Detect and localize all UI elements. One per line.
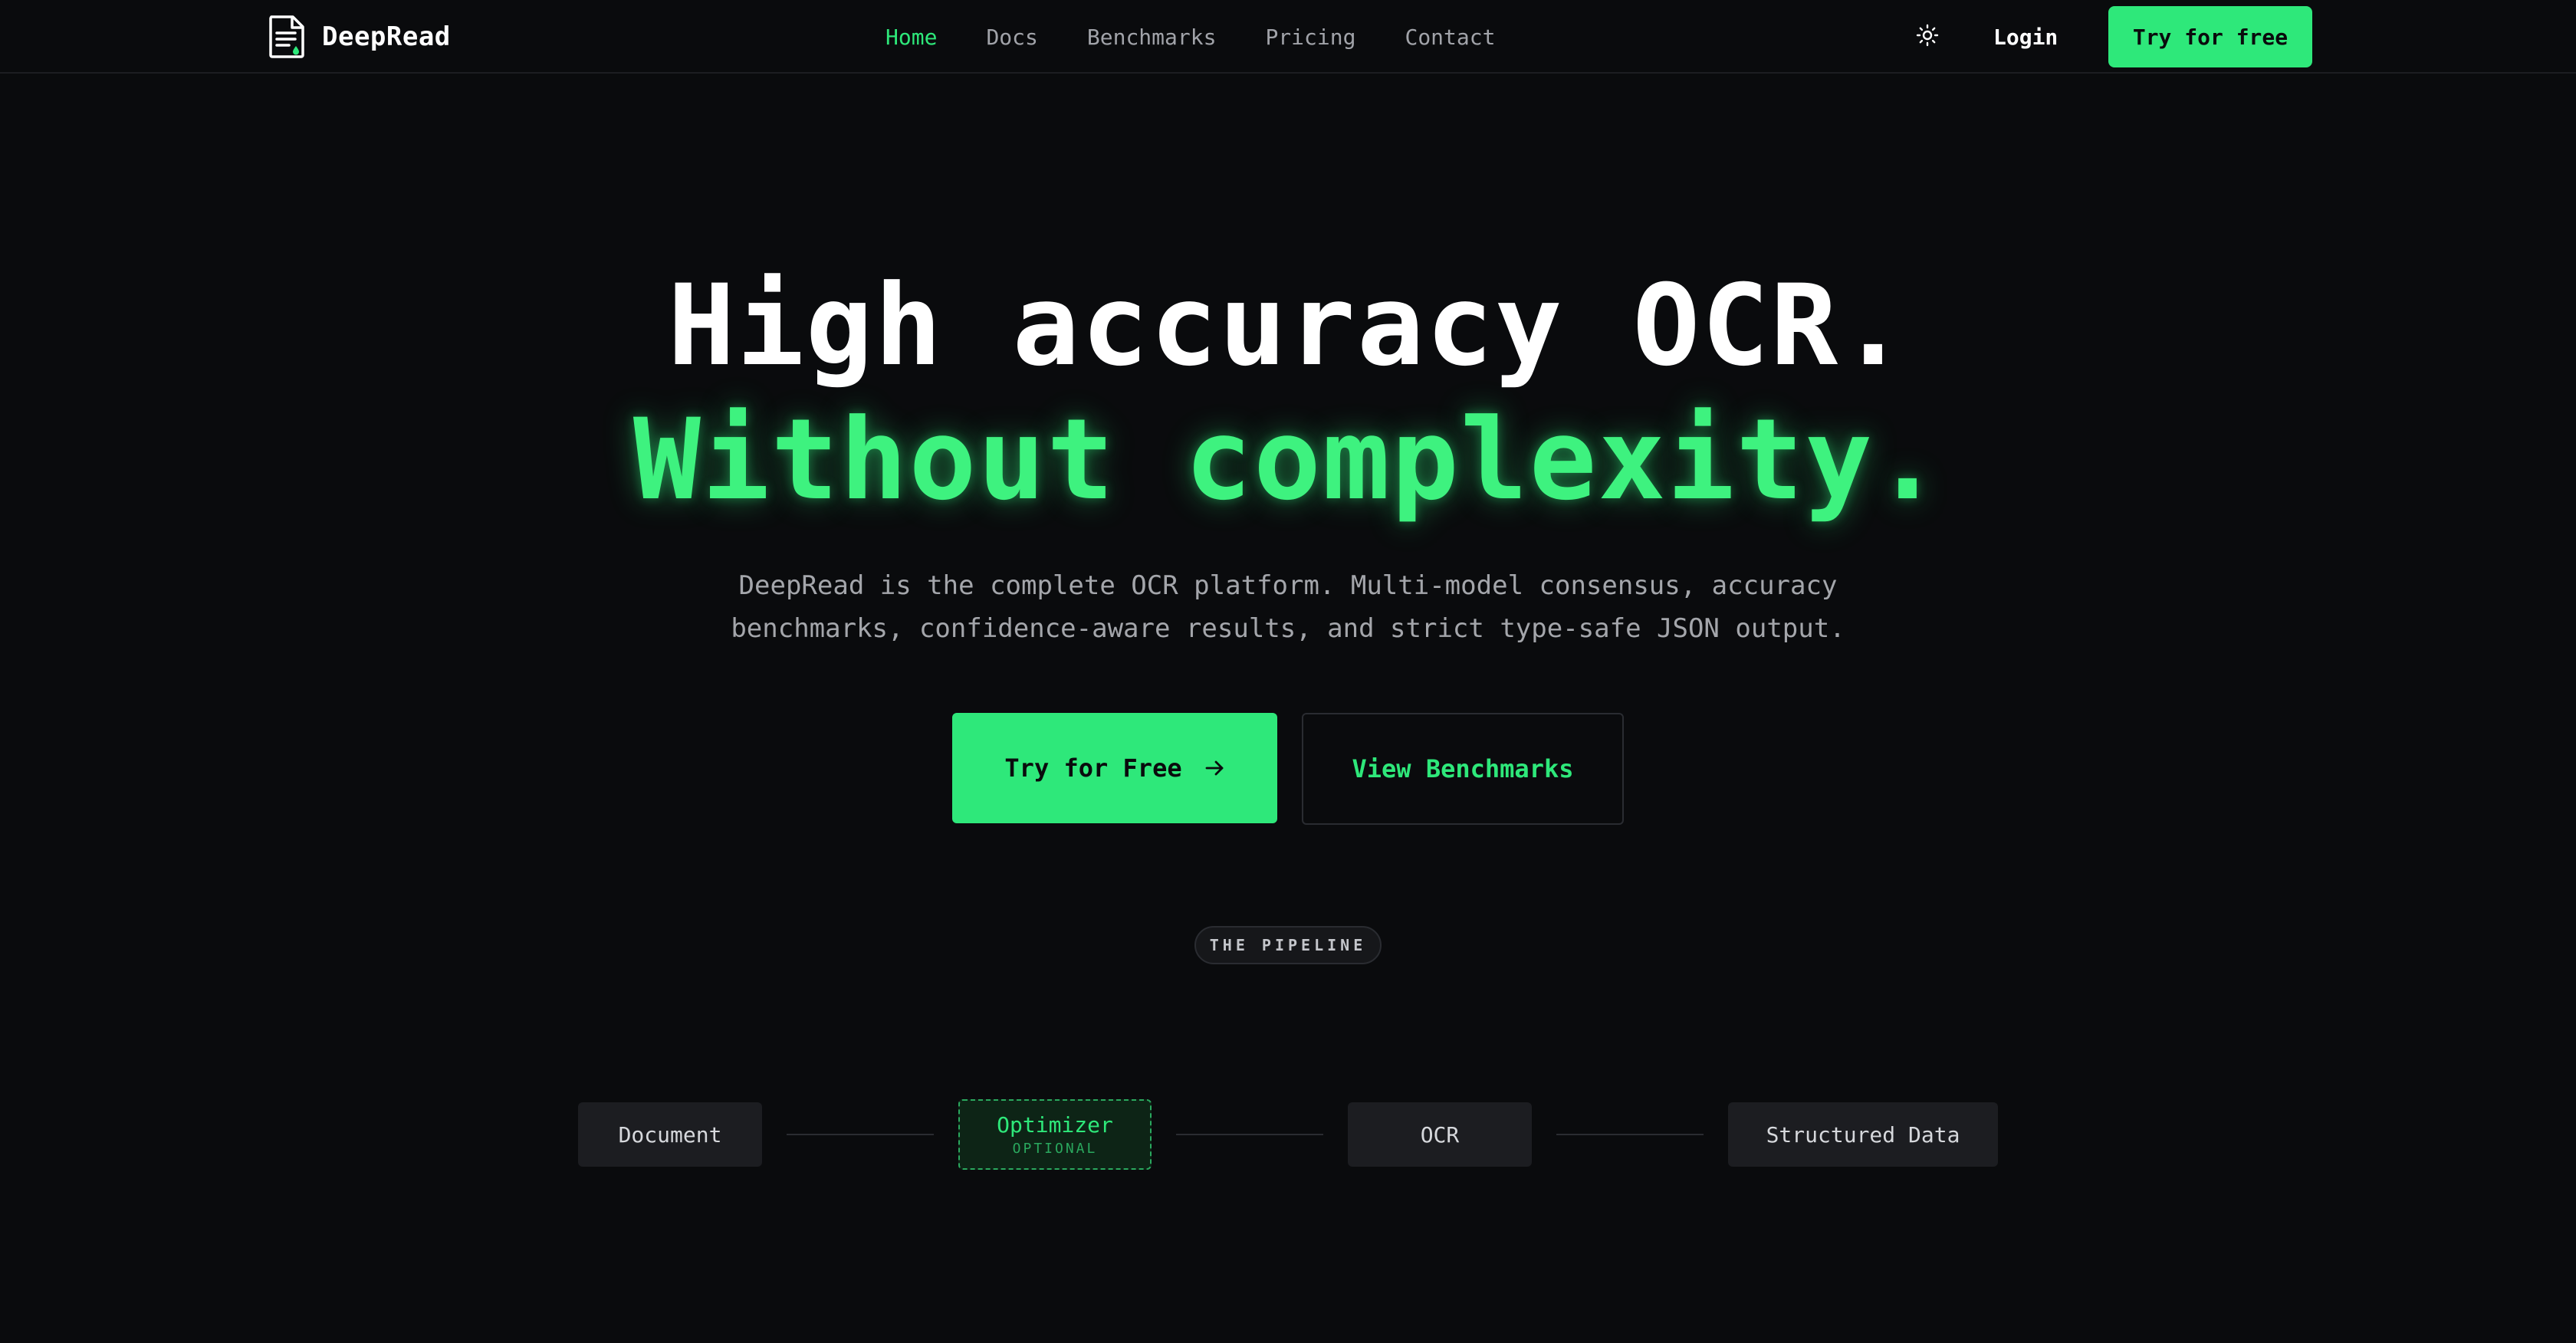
arrow-right-icon: [1205, 754, 1225, 783]
try-for-free-label: Try for Free: [1004, 754, 1182, 783]
hero-subtitle-line-2: benchmarks, confidence-aware results, an…: [731, 613, 1845, 644]
pipeline-step-optimizer: Optimizer OPTIONAL: [958, 1099, 1152, 1170]
try-for-free-button[interactable]: Try for Free: [952, 713, 1277, 823]
nav-link-pricing[interactable]: Pricing: [1265, 25, 1355, 50]
pipeline-connector: [1176, 1134, 1323, 1135]
try-for-free-nav-button[interactable]: Try for free: [2108, 6, 2312, 67]
nav-link-contact[interactable]: Contact: [1405, 25, 1495, 50]
optimizer-label: Optimizer: [997, 1112, 1113, 1138]
nav-link-home[interactable]: Home: [886, 25, 937, 50]
pipeline-connector: [787, 1134, 934, 1135]
pipeline-connector: [1556, 1134, 1704, 1135]
pipeline-step-document: Document: [578, 1102, 762, 1167]
login-link[interactable]: Login: [1993, 20, 2058, 54]
optional-tag: OPTIONAL: [1012, 1141, 1098, 1157]
hero-title: High accuracy OCR.: [667, 261, 1909, 391]
sun-icon: [1916, 24, 1939, 50]
view-benchmarks-button[interactable]: View Benchmarks: [1302, 713, 1624, 825]
hero-title-accent: Without complexity.: [632, 395, 1944, 525]
nav-links: Home Docs Benchmarks Pricing Contact: [886, 18, 1495, 55]
nav-link-docs[interactable]: Docs: [986, 25, 1037, 50]
pipeline-step-structured-data: Structured Data: [1728, 1102, 1998, 1167]
pipeline-step-ocr: OCR: [1348, 1102, 1532, 1167]
hero-subtitle-line-1: DeepRead is the complete OCR platform. M…: [738, 570, 1838, 601]
hero-subtitle: DeepRead is the complete OCR platform. M…: [636, 564, 1940, 650]
brand-logo[interactable]: DeepRead: [267, 14, 451, 60]
document-icon: [267, 15, 307, 59]
brand-name: DeepRead: [322, 21, 451, 52]
theme-toggle-button[interactable]: [1911, 20, 1944, 54]
navbar: DeepRead Home Docs Benchmarks Pricing Co…: [0, 0, 2576, 74]
nav-link-benchmarks[interactable]: Benchmarks: [1087, 25, 1217, 50]
pipeline-badge: THE PIPELINE: [1194, 926, 1382, 964]
